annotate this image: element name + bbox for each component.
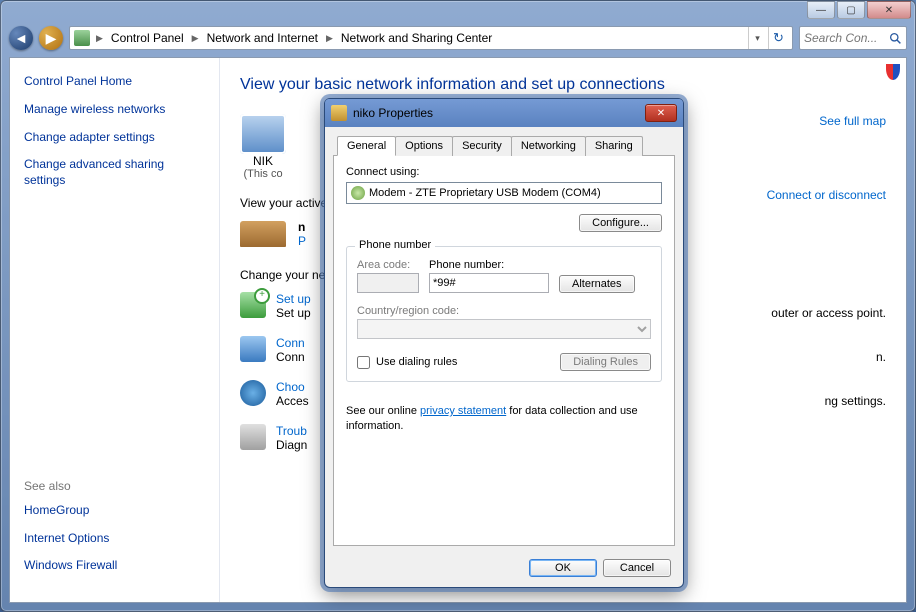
close-button[interactable]: ✕ xyxy=(867,1,911,19)
tab-security[interactable]: Security xyxy=(452,136,512,156)
diagnose-icon xyxy=(240,424,266,450)
phone-groupbox: Phone number Area code: Phone number: Al… xyxy=(346,246,662,382)
tab-options[interactable]: Options xyxy=(395,136,453,156)
shield-icon xyxy=(886,64,900,80)
task-desc: Acces xyxy=(276,394,309,408)
modem-icon xyxy=(351,186,365,200)
address-dropdown[interactable]: ▾ xyxy=(748,27,766,49)
tab-sharing[interactable]: Sharing xyxy=(585,136,643,156)
search-placeholder: Search Con... xyxy=(804,31,877,45)
tab-strip: General Options Security Networking Shar… xyxy=(333,135,675,156)
privacy-text: See our online privacy statement for dat… xyxy=(346,404,662,435)
groupbox-title: Phone number xyxy=(355,239,435,251)
alternates-button[interactable]: Alternates xyxy=(559,275,635,293)
computer-icon xyxy=(240,114,286,154)
task-suffix: ng settings. xyxy=(825,394,886,408)
task-suffix: outer or access point. xyxy=(771,306,886,320)
breadcrumb-item[interactable]: Control Panel xyxy=(107,29,188,47)
tab-general[interactable]: General xyxy=(337,136,396,156)
back-button[interactable]: ◄ xyxy=(9,26,33,50)
dialog-title: niko Properties xyxy=(353,106,433,120)
breadcrumb-item[interactable]: Network and Internet xyxy=(203,29,322,47)
task-title: Troub xyxy=(276,424,307,438)
seealso-heading: See also xyxy=(24,479,205,493)
control-panel-icon xyxy=(74,30,90,46)
forward-button[interactable]: ▶ xyxy=(39,26,63,50)
globe-icon xyxy=(240,380,266,406)
tab-networking[interactable]: Networking xyxy=(511,136,586,156)
country-select xyxy=(357,319,651,339)
maximize-button[interactable]: ▢ xyxy=(837,1,865,19)
dialing-rules-button: Dialing Rules xyxy=(560,353,651,371)
ok-button[interactable]: OK xyxy=(529,559,597,577)
connect-using-label: Connect using: xyxy=(346,166,662,178)
seealso-homegroup[interactable]: HomeGroup xyxy=(24,503,205,519)
task-desc: Diagn xyxy=(276,438,307,452)
sidebar-home-link[interactable]: Control Panel Home xyxy=(24,74,205,88)
properties-dialog: niko Properties ✕ General Options Securi… xyxy=(324,98,684,588)
computer-label: NIK xyxy=(240,154,286,168)
network-type-link[interactable]: P xyxy=(298,234,306,248)
new-connection-icon xyxy=(240,292,266,318)
seealso-windows-firewall[interactable]: Windows Firewall xyxy=(24,558,205,574)
cancel-button[interactable]: Cancel xyxy=(603,559,671,577)
area-code-label: Area code: xyxy=(357,259,419,271)
area-code-input xyxy=(357,273,419,293)
dialing-rules-check[interactable] xyxy=(357,356,370,369)
chevron-right-icon: ▶ xyxy=(190,33,201,44)
dialup-icon xyxy=(331,105,347,121)
bench-icon xyxy=(240,221,286,247)
connect-icon xyxy=(240,336,266,362)
phone-number-input[interactable] xyxy=(429,273,549,293)
modem-select[interactable]: Modem - ZTE Proprietary USB Modem (COM4) xyxy=(346,182,662,204)
country-label: Country/region code: xyxy=(357,305,651,317)
computer-sublabel: (This co xyxy=(240,168,286,180)
network-name: n xyxy=(298,220,306,234)
chevron-right-icon: ▶ xyxy=(94,33,105,44)
connect-disconnect-link[interactable]: Connect or disconnect xyxy=(767,188,886,202)
search-icon xyxy=(889,32,902,45)
phone-number-label: Phone number: xyxy=(429,259,549,271)
task-desc: Set up xyxy=(276,306,311,320)
address-bar[interactable]: ▶ Control Panel ▶ Network and Internet ▶… xyxy=(69,26,793,50)
dialog-titlebar[interactable]: niko Properties ✕ xyxy=(325,99,683,127)
dialog-close-button[interactable]: ✕ xyxy=(645,104,677,122)
breadcrumb-item[interactable]: Network and Sharing Center xyxy=(337,29,496,47)
use-dialing-rules-checkbox[interactable]: Use dialing rules xyxy=(357,356,457,369)
sidebar-link-adapter[interactable]: Change adapter settings xyxy=(24,130,205,146)
chevron-right-icon: ▶ xyxy=(324,33,335,44)
sidebar: Control Panel Home Manage wireless netwo… xyxy=(10,58,220,602)
task-suffix: n. xyxy=(876,350,886,364)
search-input[interactable]: Search Con... xyxy=(799,26,907,50)
modem-name: Modem - ZTE Proprietary USB Modem (COM4) xyxy=(369,187,601,199)
dialing-rules-label: Use dialing rules xyxy=(376,356,457,368)
privacy-link[interactable]: privacy statement xyxy=(420,405,506,417)
sidebar-link-advanced-sharing[interactable]: Change advanced sharing settings xyxy=(24,157,205,188)
sidebar-link-wireless[interactable]: Manage wireless networks xyxy=(24,102,205,118)
page-title: View your basic network information and … xyxy=(240,76,886,94)
seealso-internet-options[interactable]: Internet Options xyxy=(24,531,205,547)
configure-button[interactable]: Configure... xyxy=(579,214,662,232)
refresh-button[interactable]: ↻ xyxy=(768,27,788,49)
task-desc: Conn xyxy=(276,350,305,364)
see-full-map-link[interactable]: See full map xyxy=(819,114,886,128)
minimize-button[interactable]: — xyxy=(807,1,835,19)
